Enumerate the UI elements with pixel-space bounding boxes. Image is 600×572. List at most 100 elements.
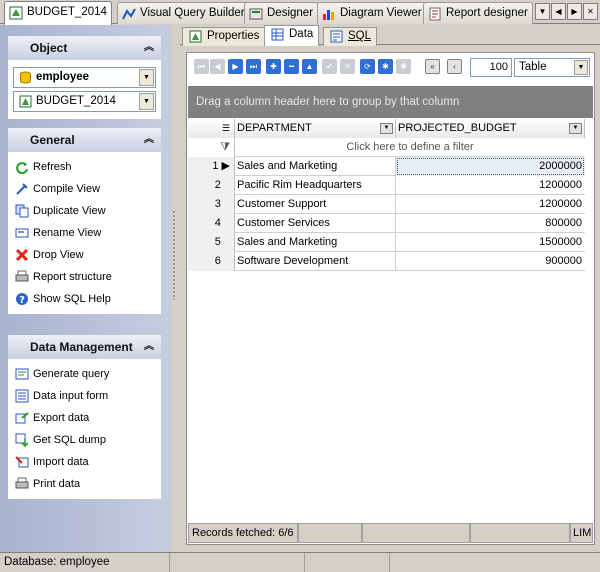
database-select[interactable]: employee ▼	[13, 67, 156, 88]
table-row[interactable]: 5 Sales and Marketing 1500000	[188, 233, 585, 252]
tab-scroll-right-button[interactable]: ▶	[567, 3, 582, 20]
drop-view-item[interactable]: Drop View	[8, 244, 161, 266]
collapse-icon[interactable]: ︽	[144, 36, 154, 60]
tab-properties[interactable]: Properties	[182, 27, 266, 46]
table-row[interactable]: 2 Pacific Rim Headquarters 1200000	[188, 176, 585, 195]
chevron-down-icon[interactable]: ▼	[380, 123, 393, 134]
apply-button[interactable]: ✱	[378, 59, 393, 74]
first-record-button[interactable]: ⏮	[194, 59, 209, 74]
chevron-down-icon[interactable]: ▼	[574, 60, 588, 75]
collapse-icon[interactable]: ︽	[144, 335, 154, 359]
panel-splitter[interactable]	[172, 210, 176, 300]
tab-list-button[interactable]: ▼	[535, 3, 550, 20]
doc-tab-visual-query-builder[interactable]: Visual Query Builder	[117, 2, 250, 24]
object-group: Object ︽ employee ▼ BUDGET_2014 ▼	[8, 36, 161, 119]
plus-icon: ✚	[270, 62, 277, 71]
grid-header-row: ☰ DEPARTMENT ▼ PROJECTED_BUDGET ▼	[188, 119, 585, 138]
column-header-department[interactable]: DEPARTMENT ▼	[235, 119, 396, 138]
prev-page-button[interactable]: ‹	[447, 59, 462, 74]
cell-projected-budget[interactable]: 2000000	[396, 157, 585, 176]
cell-projected-budget[interactable]: 900000	[396, 252, 585, 271]
table-icon	[9, 6, 23, 20]
table-row[interactable]: 1 ▶ Sales and Marketing 2000000	[188, 157, 585, 176]
cell-department[interactable]: Sales and Marketing	[235, 233, 396, 252]
first-page-button[interactable]: «	[425, 59, 440, 74]
doc-tab-report-designer[interactable]: Report designer	[423, 2, 533, 24]
object-select[interactable]: BUDGET_2014 ▼	[13, 91, 156, 112]
database-status: Database: employee	[0, 553, 170, 572]
chevron-down-icon[interactable]: ▼	[569, 123, 582, 134]
data-input-form-item[interactable]: Data input form	[8, 385, 161, 407]
last-record-button[interactable]: ⏭	[246, 59, 261, 74]
filter-prompt[interactable]: Click here to define a filter	[235, 138, 585, 157]
table-row[interactable]: 6 Software Development 900000	[188, 252, 585, 271]
chevron-down-icon[interactable]: ▼	[139, 93, 154, 110]
cell-department[interactable]: Customer Services	[235, 214, 396, 233]
cell-projected-budget[interactable]: 1500000	[396, 233, 585, 252]
doc-tab-designer[interactable]: Designer	[244, 2, 319, 24]
check-icon: ✔	[326, 62, 333, 71]
rename-view-item[interactable]: Rename View	[8, 222, 161, 244]
limit-flag: LIM	[570, 523, 593, 543]
doc-tab-budget-2014[interactable]: BUDGET_2014	[4, 1, 112, 25]
edit-record-button[interactable]: ▲	[302, 59, 317, 74]
compile-view-item[interactable]: Compile View	[8, 178, 161, 200]
cancel-edit-button[interactable]: ✕	[340, 59, 355, 74]
filter-row[interactable]: ⧩ Click here to define a filter	[188, 138, 585, 157]
row-number: 6	[188, 252, 235, 271]
cell-projected-budget[interactable]: 800000	[396, 214, 585, 233]
tab-scroll-left-button[interactable]: ◀	[551, 3, 566, 20]
general-group-header[interactable]: General ︽	[8, 128, 161, 152]
delete-record-button[interactable]: ━	[284, 59, 299, 74]
cell-department[interactable]: Customer Support	[235, 195, 396, 214]
object-group-header[interactable]: Object ︽	[8, 36, 161, 60]
table-row[interactable]: 4 Customer Services 800000	[188, 214, 585, 233]
chevron-down-icon[interactable]: ▼	[139, 69, 154, 86]
table-row[interactable]: 3 Customer Support 1200000	[188, 195, 585, 214]
svg-text:?: ?	[19, 295, 25, 306]
view-mode-select[interactable]: Table ▼	[514, 58, 590, 77]
generate-query-icon	[15, 368, 29, 380]
star-icon: ✱	[382, 62, 389, 71]
tab-sql[interactable]: SQL	[323, 27, 378, 46]
app-status-bar: Database: employee	[0, 552, 600, 572]
cell-department[interactable]: Sales and Marketing	[235, 157, 396, 176]
general-group-body: Refresh Compile View Duplicate View Rena…	[8, 152, 161, 314]
doc-tab-diagram-viewer[interactable]: Diagram Viewer	[317, 2, 427, 24]
records-fetched: Records fetched: 6/6	[188, 523, 298, 543]
collapse-icon[interactable]: ︽	[144, 128, 154, 152]
insert-record-button[interactable]: ✚	[266, 59, 281, 74]
report-structure-item[interactable]: Report structure	[8, 266, 161, 288]
close-tab-button[interactable]: ✕	[583, 3, 598, 20]
general-group: General ︽ Refresh Compile View Duplicate…	[8, 128, 161, 314]
refresh-data-button[interactable]: ⟳	[360, 59, 375, 74]
cell-department[interactable]: Pacific Rim Headquarters	[235, 176, 396, 195]
get-sql-dump-item[interactable]: Get SQL dump	[8, 429, 161, 451]
object-group-body: employee ▼ BUDGET_2014 ▼	[8, 60, 161, 119]
post-edit-button[interactable]: ✔	[322, 59, 337, 74]
import-data-item[interactable]: Import data	[8, 451, 161, 473]
prior-record-button[interactable]: ◀	[210, 59, 225, 74]
duplicate-view-item[interactable]: Duplicate View	[8, 200, 161, 222]
edit-icon: ▲	[305, 62, 314, 71]
refresh-item[interactable]: Refresh	[8, 156, 161, 178]
next-record-button[interactable]: ▶	[228, 59, 243, 74]
show-sql-help-item[interactable]: ? Show SQL Help	[8, 288, 161, 310]
tab-data[interactable]: Data	[264, 25, 320, 46]
export-data-item[interactable]: Export data	[8, 407, 161, 429]
tab-navigation: ▼ ◀ ▶ ✕	[535, 3, 598, 20]
group-by-panel[interactable]: Drag a column header here to group by th…	[188, 86, 593, 118]
grid-status-bar: Records fetched: 6/6 LIM	[188, 523, 593, 543]
cell-department[interactable]: Software Development	[235, 252, 396, 271]
column-customize-button[interactable]: ☰	[188, 119, 235, 138]
column-header-projected-budget[interactable]: PROJECTED_BUDGET ▼	[396, 119, 585, 138]
chevron-left-icon: ‹	[453, 62, 456, 71]
cell-projected-budget[interactable]: 1200000	[396, 176, 585, 195]
bookmark-button[interactable]: ✱	[396, 59, 411, 74]
status-segment	[362, 523, 470, 543]
data-management-group-header[interactable]: Data Management ︽	[8, 335, 161, 359]
generate-query-item[interactable]: Generate query	[8, 363, 161, 385]
print-data-item[interactable]: Print data	[8, 473, 161, 495]
record-limit-input[interactable]: 100	[470, 58, 512, 77]
cell-projected-budget[interactable]: 1200000	[396, 195, 585, 214]
